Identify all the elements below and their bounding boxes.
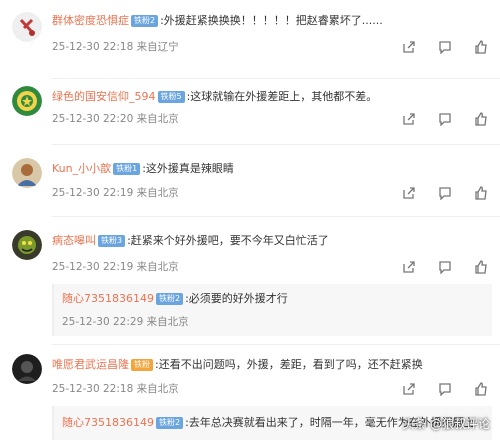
comment-actions xyxy=(402,186,488,200)
fan-badge: 铁粉2 xyxy=(131,15,159,27)
comment-headline: 群体密度恐惧症 铁粉2:外援赶紧换换换！！！！！把赵睿累坏了...... xyxy=(52,12,383,30)
divider xyxy=(52,78,500,79)
comment-text: :这外援真是辣眼睛 xyxy=(142,162,234,175)
fan-badge: 铁粉1 xyxy=(113,163,141,175)
username[interactable]: 群体密度恐惧症 xyxy=(52,14,129,27)
comment-headline: 唯愿君武运昌隆 铁粉:还看不出问题吗，外援，差距，看到了吗，还不赶紧换 xyxy=(52,356,423,374)
share-icon[interactable] xyxy=(402,112,416,126)
share-icon[interactable] xyxy=(402,382,416,396)
comment-text: :赶紧来个好外援吧，要不今年又白忙活了 xyxy=(127,234,329,247)
like-icon[interactable] xyxy=(474,112,488,126)
fan-badge: 铁粉2 xyxy=(156,293,184,305)
fan-badge: 铁粉5 xyxy=(157,91,185,103)
share-icon[interactable] xyxy=(402,186,416,200)
comment-headline: 绿色的国安信仰_594 铁粉5:这球就输在外援差距上，其他都不差。 xyxy=(52,88,377,106)
divider xyxy=(52,144,500,145)
username[interactable]: 绿色的国安信仰_594 xyxy=(52,90,156,103)
fan-badge: 铁粉3 xyxy=(98,235,126,247)
comment-actions xyxy=(402,260,488,274)
reply-text: :必须要的好外援才行 xyxy=(185,292,288,305)
comment-headline: Kun_小小歆 铁粉1:这外援真是辣眼睛 xyxy=(52,160,234,178)
comment-text: :外援赶紧换换换！！！！！把赵睿累坏了...... xyxy=(160,14,383,27)
comment-meta: 25-12-30 22:19 来自北京 xyxy=(52,261,179,273)
comment-meta: 25-12-30 22:19 来自北京 xyxy=(52,187,179,199)
comment-meta: 25-12-30 22:20 来自北京 xyxy=(52,113,179,125)
comment-icon[interactable] xyxy=(438,112,452,126)
username[interactable]: 病态嗥叫 xyxy=(52,234,96,247)
username[interactable]: 唯愿君武运昌隆 xyxy=(52,358,129,371)
comment-icon[interactable] xyxy=(438,40,452,54)
watermark: 头条 @狼叔评论 xyxy=(402,417,490,431)
comment-actions xyxy=(402,112,488,126)
like-icon[interactable] xyxy=(474,186,488,200)
like-icon[interactable] xyxy=(474,260,488,274)
comment-meta: 25-12-30 22:18 来自辽宁 xyxy=(52,41,179,53)
reply-headline: 随心7351836149 铁粉2:必须要的好外援才行 xyxy=(62,290,288,308)
divider xyxy=(52,344,500,345)
comment-actions xyxy=(402,40,488,54)
like-icon[interactable] xyxy=(474,382,488,396)
fan-badge: 铁粉 xyxy=(131,359,153,371)
comment-actions xyxy=(402,382,488,396)
reply-username[interactable]: 随心7351836149 xyxy=(62,416,154,429)
comment-icon[interactable] xyxy=(438,186,452,200)
comment-meta: 25-12-30 22:18 来自北京 xyxy=(52,383,179,395)
avatar[interactable] xyxy=(12,158,42,188)
fan-badge: 铁粉2 xyxy=(156,417,184,429)
comment-headline: 病态嗥叫 铁粉3:赶紧来个好外援吧，要不今年又白忙活了 xyxy=(52,232,329,250)
comment-text: :这球就输在外援差距上，其他都不差。 xyxy=(186,90,378,103)
comment-icon[interactable] xyxy=(438,382,452,396)
share-icon[interactable] xyxy=(402,40,416,54)
avatar[interactable] xyxy=(12,230,42,260)
comment-icon[interactable] xyxy=(438,260,452,274)
avatar[interactable] xyxy=(12,354,42,384)
avatar[interactable] xyxy=(12,86,42,116)
share-icon[interactable] xyxy=(402,260,416,274)
comment-text: :还看不出问题吗，外援，差距，看到了吗，还不赶紧换 xyxy=(155,358,423,371)
reply-box: 随心7351836149 铁粉2:必须要的好外援才行 25-12-30 22:29… xyxy=(52,284,492,336)
divider xyxy=(52,216,500,217)
reply-username[interactable]: 随心7351836149 xyxy=(62,292,154,305)
avatar[interactable] xyxy=(12,12,42,42)
like-icon[interactable] xyxy=(474,40,488,54)
reply-meta: 25-12-30 22:29 来自北京 xyxy=(62,316,189,328)
username[interactable]: Kun_小小歆 xyxy=(52,162,111,175)
